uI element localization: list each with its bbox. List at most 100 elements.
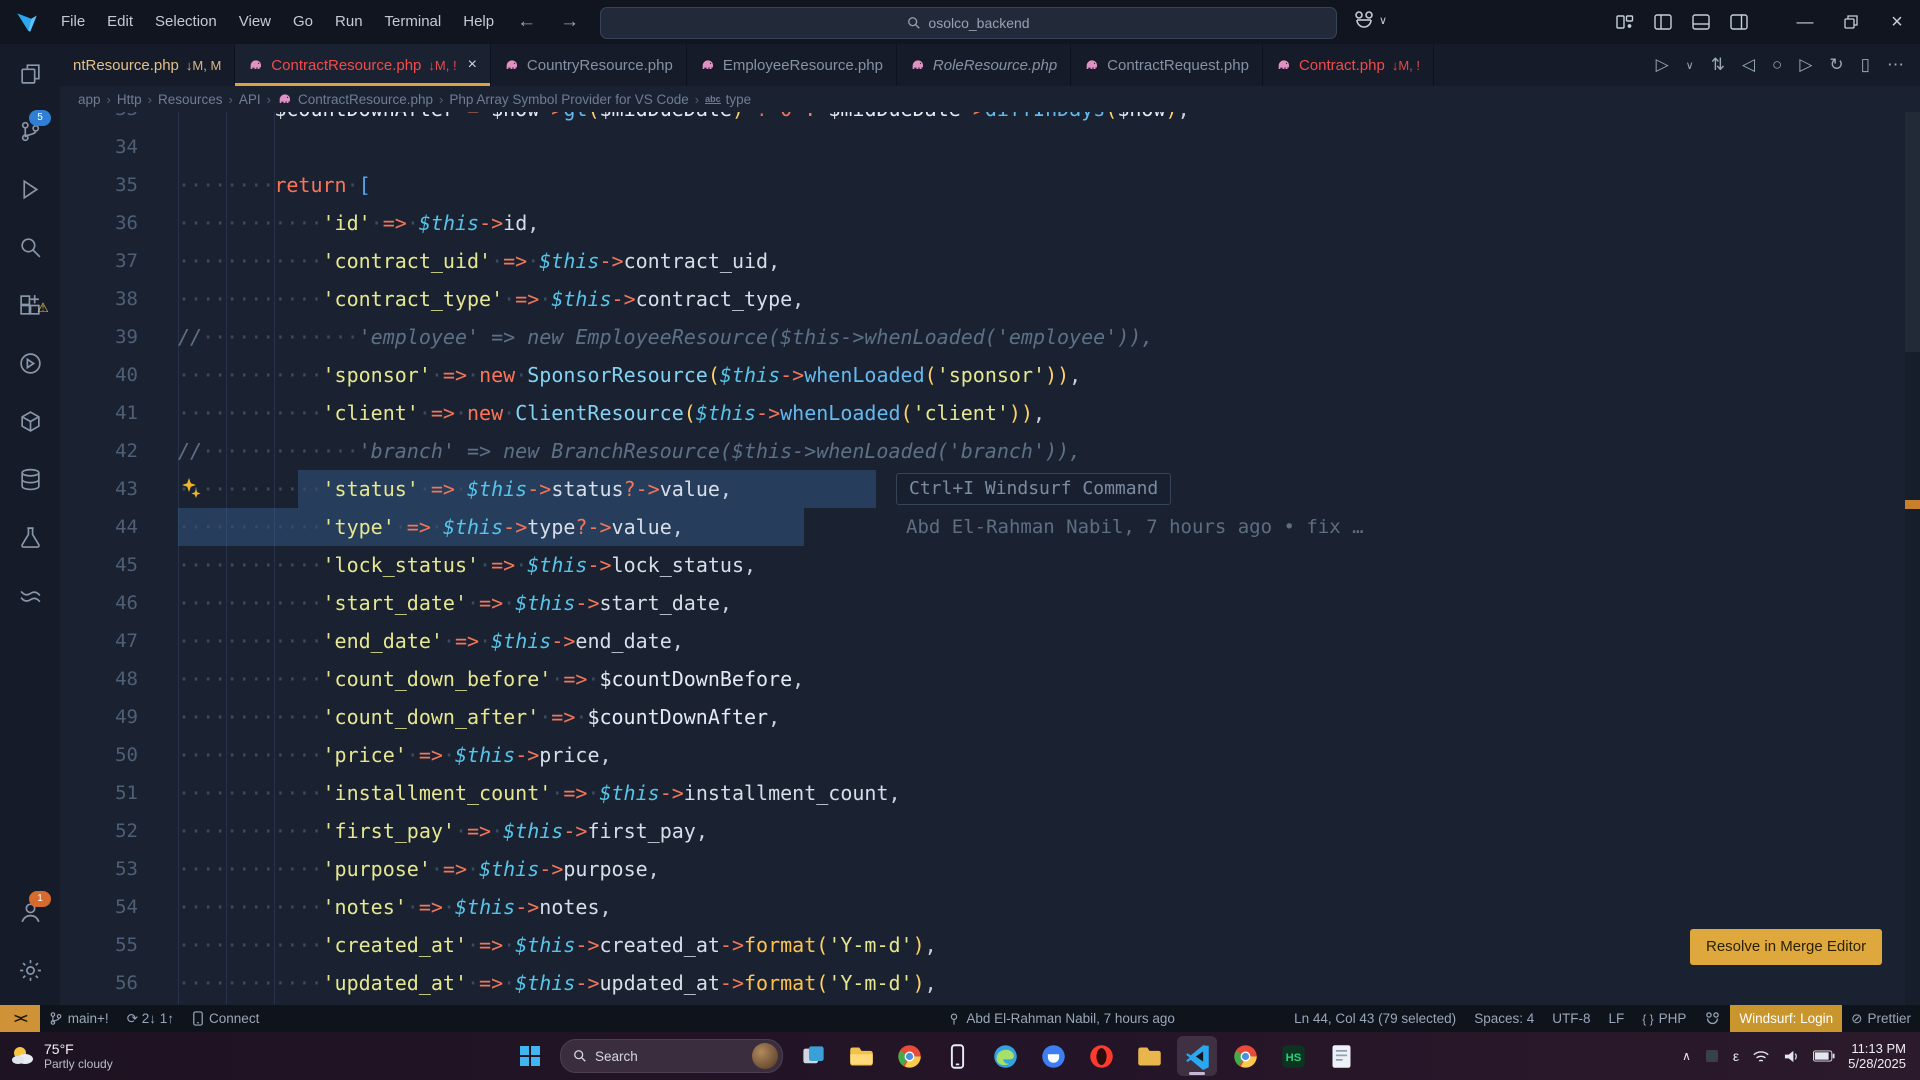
restore-button[interactable]: [1828, 0, 1874, 44]
nav-forward-icon[interactable]: →: [548, 11, 591, 33]
activity-bar-item-explorer[interactable]: [0, 44, 60, 102]
line-number[interactable]: 45: [60, 546, 138, 584]
taskbar-icon-folder[interactable]: [1129, 1036, 1169, 1076]
breadcrumb-item-http[interactable]: Http: [117, 92, 142, 107]
language-mode-item[interactable]: { }PHP: [1633, 1005, 1695, 1032]
tray-chevron-up-icon[interactable]: ∧: [1682, 1049, 1691, 1063]
clock[interactable]: 11:13 PM 5/28/2025: [1848, 1041, 1906, 1071]
run-button[interactable]: ▷: [1656, 55, 1669, 75]
line-number[interactable]: 50: [60, 736, 138, 774]
cursor-position-item[interactable]: Ln 44, Col 43 (79 selected): [1285, 1005, 1465, 1032]
code-line[interactable]: 54············'notes'·=>·$this->notes,: [60, 888, 1905, 926]
menu-item-edit[interactable]: Edit: [96, 0, 144, 44]
code-line[interactable]: 49············'count_down_after'·=>·$cou…: [60, 698, 1905, 736]
activity-bar-item-remote-explorer[interactable]: [0, 334, 60, 392]
prev-change-icon[interactable]: ◁: [1742, 55, 1755, 75]
menu-item-terminal[interactable]: Terminal: [374, 0, 453, 44]
line-number[interactable]: 38: [60, 280, 138, 318]
breadcrumb-item-type[interactable]: abctype: [705, 92, 751, 107]
tab-countryresource-php[interactable]: CountryResource.php: [491, 44, 687, 86]
windsurf-command-hint[interactable]: Ctrl+I Windsurf Command: [896, 473, 1171, 505]
line-number[interactable]: 42: [60, 432, 138, 470]
vertical-scrollbar[interactable]: [1905, 112, 1920, 1005]
tray-app-icon[interactable]: [1704, 1048, 1720, 1064]
open-changes-icon[interactable]: ⇅: [1711, 55, 1725, 75]
code-line[interactable]: 47············'end_date'·=>·$this->end_d…: [60, 622, 1905, 660]
code-line[interactable]: 35········return·[: [60, 166, 1905, 204]
code-line[interactable]: 38············'contract_type'·=>·$this->…: [60, 280, 1905, 318]
code-line[interactable]: 50············'price'·=>·$this->price,: [60, 736, 1905, 774]
code-line[interactable]: 36············'id'·=>·$this->id,: [60, 204, 1905, 242]
encoding-item[interactable]: UTF-8: [1543, 1005, 1599, 1032]
line-number[interactable]: 36: [60, 204, 138, 242]
timeline-icon[interactable]: ↻: [1829, 55, 1843, 75]
line-number[interactable]: 44: [60, 508, 138, 546]
taskbar-icon-phone-link[interactable]: [937, 1036, 977, 1076]
taskbar-icon-notepad[interactable]: [1321, 1036, 1361, 1076]
code-line[interactable]: 53············'purpose'·=>·$this->purpos…: [60, 850, 1905, 888]
activity-bar-item-search[interactable]: [0, 218, 60, 276]
tab-contract-php[interactable]: Contract.php↓M, !: [1263, 44, 1434, 86]
code-line[interactable]: 46············'start_date'·=>·$this->sta…: [60, 584, 1905, 622]
prettier-item[interactable]: ⊘Prettier: [1842, 1005, 1920, 1032]
connect-item[interactable]: Connect: [183, 1005, 268, 1032]
line-number[interactable]: 43: [60, 470, 138, 508]
taskbar-icon-file-explorer[interactable]: [841, 1036, 881, 1076]
code-line[interactable]: 48············'count_down_before'·=>·$co…: [60, 660, 1905, 698]
ai-sparkle-icon[interactable]: [180, 477, 206, 501]
activity-bar-item-account[interactable]: 1: [0, 883, 60, 941]
taskbar-icon-vscode[interactable]: [1177, 1036, 1217, 1076]
taskbar-icon-chrome[interactable]: [889, 1036, 929, 1076]
tab-contractrequest-php[interactable]: ContractRequest.php: [1071, 44, 1263, 86]
activity-bar-item-extensions[interactable]: ⚠: [0, 276, 60, 334]
activity-bar-item-settings[interactable]: [0, 941, 60, 999]
scrollbar-thumb[interactable]: [1905, 112, 1920, 352]
blame-status-item[interactable]: Abd El-Rahman Nabil, 7 hours ago: [938, 1005, 1184, 1032]
code-line[interactable]: 55············'created_at'·=>·$this->cre…: [60, 926, 1905, 964]
line-number[interactable]: 33: [60, 112, 138, 128]
line-number[interactable]: 39: [60, 318, 138, 356]
line-number[interactable]: 35: [60, 166, 138, 204]
activity-bar-item-database[interactable]: [0, 450, 60, 508]
menu-item-selection[interactable]: Selection: [144, 0, 228, 44]
code-area[interactable]: 33········$countDownAfter·=·$now->gt($mi…: [60, 112, 1905, 1005]
toggle-sidebar-icon[interactable]: [1654, 13, 1672, 31]
taskbar-icon-edge[interactable]: [985, 1036, 1025, 1076]
menu-item-go[interactable]: Go: [282, 0, 324, 44]
code-line[interactable]: 34: [60, 128, 1905, 166]
line-number[interactable]: 37: [60, 242, 138, 280]
indentation-item[interactable]: Spaces: 4: [1465, 1005, 1543, 1032]
line-number[interactable]: 52: [60, 812, 138, 850]
run-dropdown-icon[interactable]: ∨: [1686, 59, 1694, 72]
toggle-secondary-sidebar-icon[interactable]: [1730, 13, 1748, 31]
code-line[interactable]: 42//·············'branch' => new BranchR…: [60, 432, 1905, 470]
line-number[interactable]: 34: [60, 128, 138, 166]
menu-item-run[interactable]: Run: [324, 0, 374, 44]
taskbar-search[interactable]: Search: [560, 1039, 783, 1073]
start-button[interactable]: [510, 1036, 550, 1076]
code-line[interactable]: 56············'updated_at'·=>·$this->upd…: [60, 964, 1905, 1002]
taskbar-icon-hs-app[interactable]: HS: [1273, 1036, 1313, 1076]
menu-item-help[interactable]: Help: [452, 0, 505, 44]
taskbar-icon-chrome-2[interactable]: [1225, 1036, 1265, 1076]
assistant-menu[interactable]: ∨: [1352, 8, 1387, 32]
nav-back-icon[interactable]: ←: [505, 11, 548, 33]
taskbar-icon-opera[interactable]: [1081, 1036, 1121, 1076]
activity-bar-item-source-control[interactable]: 5: [0, 102, 60, 160]
code-line[interactable]: 52············'first_pay'·=>·$this->firs…: [60, 812, 1905, 850]
menu-item-view[interactable]: View: [228, 0, 282, 44]
code-line[interactable]: 41············'client'·=>·new·ClientReso…: [60, 394, 1905, 432]
line-number[interactable]: 53: [60, 850, 138, 888]
split-editor-icon[interactable]: ▯: [1861, 55, 1870, 75]
line-number[interactable]: 54: [60, 888, 138, 926]
line-number[interactable]: 49: [60, 698, 138, 736]
battery-icon[interactable]: [1813, 1050, 1835, 1062]
activity-bar-item-containers[interactable]: [0, 392, 60, 450]
breadcrumb-item-app[interactable]: app: [78, 92, 101, 107]
code-line[interactable]: 51············'installment_count'·=>·$th…: [60, 774, 1905, 812]
search-highlight-image[interactable]: [752, 1043, 778, 1069]
line-number[interactable]: 48: [60, 660, 138, 698]
taskbar-icon-task-view[interactable]: [793, 1036, 833, 1076]
tab-roleresource-php[interactable]: RoleResource.php: [897, 44, 1071, 86]
line-number[interactable]: 41: [60, 394, 138, 432]
